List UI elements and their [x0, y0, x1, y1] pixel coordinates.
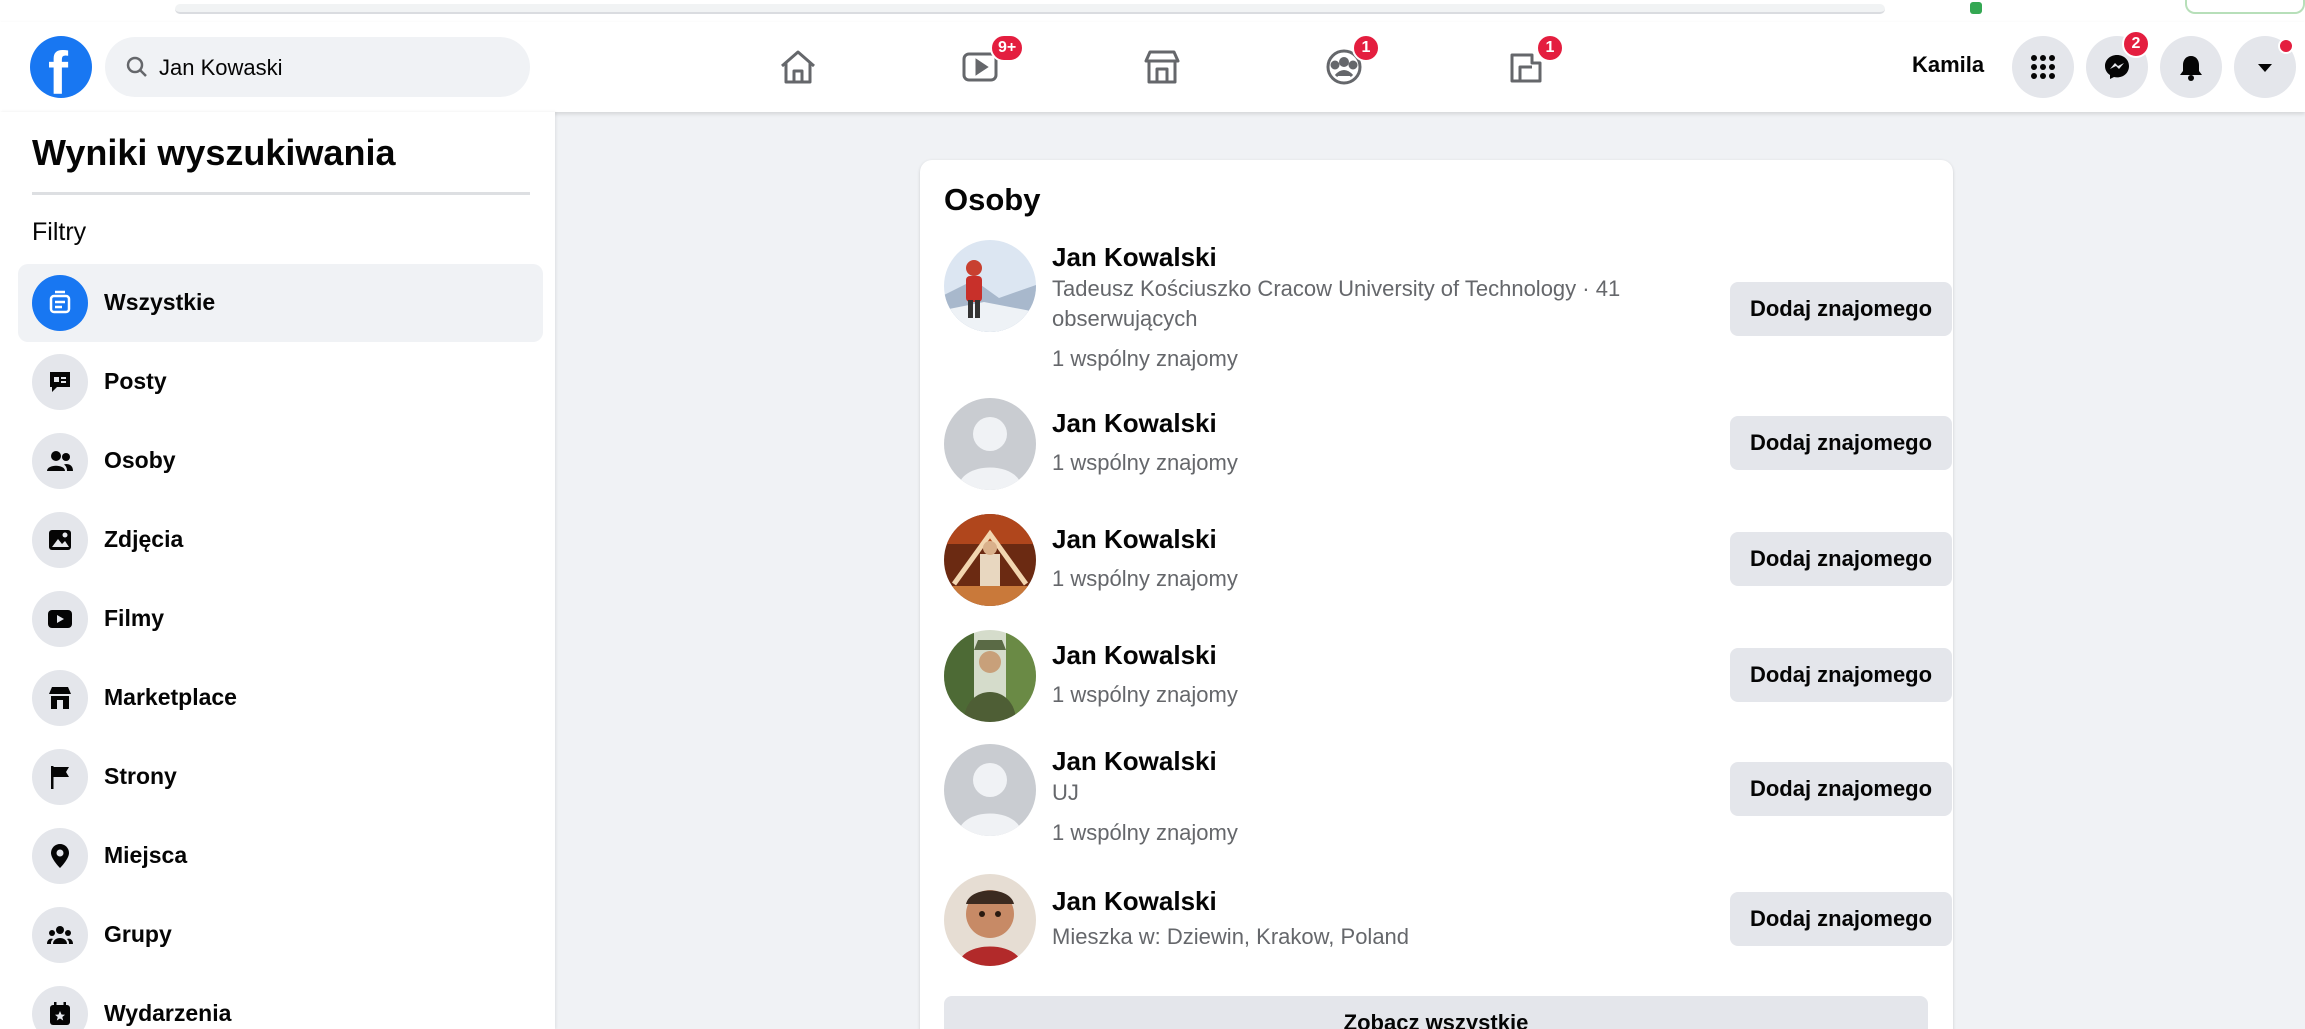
- mutual-friends[interactable]: 1 wspólny znajomy: [1052, 448, 1238, 478]
- person-detail: Tadeusz Kościuszko Cracow University of …: [1052, 276, 1621, 301]
- filter-events[interactable]: Wydarzenia: [18, 975, 543, 1029]
- filter-label: Miejsca: [104, 842, 188, 868]
- see-all-button[interactable]: Zobacz wszystkie: [944, 996, 1928, 1029]
- avatar[interactable]: [944, 630, 1036, 722]
- feed-icon: [32, 275, 88, 331]
- video-icon: [32, 591, 88, 647]
- filter-groups[interactable]: Grupy: [18, 896, 543, 974]
- filter-label: Zdjęcia: [104, 526, 184, 552]
- filter-photos[interactable]: Zdjęcia: [18, 501, 543, 579]
- photos-icon: [32, 512, 88, 568]
- flag-icon: [32, 749, 88, 805]
- people-section-title: Osoby: [944, 182, 1041, 217]
- search-input[interactable]: Jan Kowaski: [105, 37, 530, 97]
- messenger-icon: [2105, 55, 2129, 79]
- nav-watch-button[interactable]: 9+: [950, 34, 1025, 94]
- gaming-badge: 1: [1536, 34, 1564, 62]
- filter-label: Posty: [104, 368, 167, 394]
- filters-heading: Filtry: [32, 218, 87, 246]
- notifications-button[interactable]: [2160, 36, 2222, 98]
- messenger-button[interactable]: 2: [2086, 30, 2150, 98]
- filter-label: Marketplace: [104, 684, 237, 710]
- groups-badge: 1: [1352, 34, 1380, 62]
- filter-label: Strony: [104, 763, 177, 789]
- filter-people[interactable]: Osoby: [18, 422, 543, 500]
- marketplace-icon: [32, 670, 88, 726]
- calendar-icon: [32, 986, 88, 1029]
- avatar[interactable]: [944, 874, 1036, 966]
- person-name[interactable]: Jan Kowalski: [1052, 524, 1217, 555]
- filter-videos[interactable]: Filmy: [18, 580, 543, 658]
- person-name[interactable]: Jan Kowalski: [1052, 242, 1217, 273]
- person-name[interactable]: Jan Kowalski: [1052, 886, 1217, 917]
- grid-menu-icon: [2031, 55, 2055, 79]
- browser-address-bar[interactable]: [175, 4, 1885, 14]
- marketplace-icon: [1144, 50, 1180, 84]
- sidebar-divider: [32, 192, 530, 195]
- account-button[interactable]: [2234, 36, 2296, 98]
- filter-posts[interactable]: Posty: [18, 343, 543, 421]
- filter-label: Grupy: [104, 921, 172, 947]
- mutual-friends[interactable]: 1 wspólny znajomy: [1052, 680, 1238, 710]
- avatar[interactable]: [944, 514, 1036, 606]
- sidebar-title: Wyniki wyszukiwania: [32, 132, 396, 173]
- nav-home-button[interactable]: [768, 40, 828, 94]
- filter-label: Osoby: [104, 447, 176, 473]
- mutual-friends[interactable]: 1 wspólny znajomy: [1052, 818, 1238, 848]
- person-detail: Mieszka w: Dziewin, Krakow, Poland: [1052, 924, 1410, 949]
- search-filters-sidebar: Wyniki wyszukiwania Filtry Wszystkie Pos…: [0, 112, 555, 1029]
- watch-badge: 9+: [990, 34, 1025, 62]
- person-detail: obserwujących: [1052, 306, 1198, 331]
- filter-label: Filmy: [104, 605, 165, 631]
- person-detail: UJ: [1052, 780, 1079, 805]
- browser-top-strip: [0, 0, 2305, 22]
- search-query-text: Jan Kowaski: [159, 55, 283, 80]
- extension-icon[interactable]: [1970, 2, 1982, 14]
- browser-profile-pill[interactable]: [2185, 0, 2305, 14]
- top-navigation-bar: f Jan Kowaski 9+ 1 1 Kamila 2: [0, 22, 2305, 112]
- filter-label: Wydarzenia: [104, 1000, 232, 1026]
- nav-marketplace-button[interactable]: [1132, 40, 1192, 94]
- filter-label: Wszystkie: [104, 289, 216, 315]
- default-avatar-icon[interactable]: [944, 398, 1036, 490]
- filter-pages[interactable]: Strony: [18, 738, 543, 816]
- bell-icon: [2180, 56, 2202, 81]
- mutual-friends[interactable]: 1 wspólny znajomy: [1052, 564, 1238, 594]
- avatar[interactable]: [944, 240, 1036, 332]
- groups-icon: [32, 907, 88, 963]
- people-icon: [32, 433, 88, 489]
- filter-marketplace[interactable]: Marketplace: [18, 659, 543, 737]
- menu-button[interactable]: [2012, 36, 2074, 98]
- mutual-friends[interactable]: 1 wspólny znajomy: [1052, 344, 1238, 374]
- person-name[interactable]: Jan Kowalski: [1052, 746, 1217, 777]
- chevron-down-icon: [2258, 64, 2272, 72]
- messenger-badge: 2: [2122, 30, 2150, 58]
- filter-places[interactable]: Miejsca: [18, 817, 543, 895]
- add-friend-button[interactable]: Dodaj znajomego: [1730, 416, 1952, 470]
- search-icon: [126, 56, 147, 77]
- account-alert-dot: [2278, 38, 2294, 54]
- add-friend-button[interactable]: Dodaj znajomego: [1730, 282, 1952, 336]
- person-name[interactable]: Jan Kowalski: [1052, 408, 1217, 439]
- nav-groups-button[interactable]: 1: [1314, 34, 1380, 94]
- home-icon: [781, 50, 815, 84]
- add-friend-button[interactable]: Dodaj znajomego: [1730, 648, 1952, 702]
- add-friend-button[interactable]: Dodaj znajomego: [1730, 892, 1952, 946]
- people-results-card: Osoby Jan Kowalski Tadeusz Kościuszko Cr…: [920, 160, 1953, 1029]
- facebook-logo-icon[interactable]: f: [30, 36, 92, 98]
- nav-gaming-button[interactable]: 1: [1496, 34, 1564, 94]
- person-name[interactable]: Jan Kowalski: [1052, 640, 1217, 671]
- add-friend-button[interactable]: Dodaj znajomego: [1730, 532, 1952, 586]
- location-pin-icon: [32, 828, 88, 884]
- posts-icon: [32, 354, 88, 410]
- filter-all[interactable]: Wszystkie: [18, 264, 543, 342]
- add-friend-button[interactable]: Dodaj znajomego: [1730, 762, 1952, 816]
- default-avatar-icon[interactable]: [944, 744, 1036, 836]
- profile-name-link[interactable]: Kamila: [1912, 52, 1984, 78]
